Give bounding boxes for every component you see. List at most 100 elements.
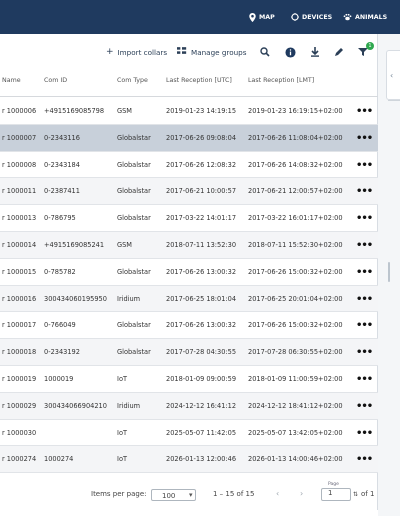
more-horizontal-icon[interactable]: ••• <box>356 428 373 439</box>
cell-com-id: 0-2387411 <box>44 187 80 196</box>
cell-last-reception-lmt: 2017-06-25 20:01:04+02:00 <box>248 294 343 303</box>
cell-com-id: +4915169085241 <box>44 240 105 249</box>
cell-name: r 1000008 <box>2 160 37 169</box>
items-per-page-label: Items per page: <box>91 490 147 498</box>
table-row[interactable]: r 1000015 0-785782 Globalstar 2017-06-26 13… <box>0 259 378 286</box>
cell-last-reception-utc: 2025-05-07 11:42:05 <box>166 428 237 437</box>
more-horizontal-icon[interactable]: ••• <box>356 106 373 117</box>
more-horizontal-icon[interactable]: ••• <box>356 133 373 144</box>
table-row[interactable]: r 1000007 0-2343116 Globalstar 2017-06-26 0… <box>0 124 378 152</box>
table-row[interactable]: r 1000008 0-2343184 Globalstar 2017-06-26 1… <box>0 152 378 179</box>
table-row[interactable]: r 1000013 0-786795 Globalstar 2017-03-22 14… <box>0 205 378 232</box>
cell-last-reception-utc: 2018-01-09 09:00:59 <box>166 374 237 383</box>
table-row[interactable]: r 1000014 +4915169085241 GSM 2018-07-11 13:… <box>0 231 378 259</box>
cell-com-id: 0-766049 <box>44 321 76 330</box>
download-icon[interactable] <box>308 45 322 59</box>
nav-map-label: MAP <box>259 13 275 21</box>
more-horizontal-icon[interactable]: ••• <box>356 347 373 358</box>
chevron-left-icon[interactable]: ‹ <box>276 489 279 498</box>
filter-count-badge: 1 <box>366 42 374 50</box>
resize-handle[interactable] <box>388 262 390 282</box>
chevron-down-icon: ▾ <box>189 491 193 499</box>
table-row[interactable]: r 1000029 300434066904210 Iridium 2024-12-1… <box>0 392 378 420</box>
nav-devices[interactable]: DEVICES <box>291 11 332 23</box>
more-horizontal-icon[interactable]: ••• <box>356 294 373 305</box>
table-row[interactable]: r 1000274 1000274 IoT 2026-01-13 12:00:46 20… <box>0 446 378 474</box>
import-collars-button[interactable]: + Import collars <box>106 42 167 62</box>
more-horizontal-icon[interactable]: ••• <box>356 267 373 278</box>
nav-animals-label: ANIMALS <box>355 13 388 21</box>
page-stepper-icon[interactable]: ⇅ <box>353 491 358 498</box>
cell-name: r 1000006 <box>2 107 37 115</box>
more-horizontal-icon[interactable]: ••• <box>356 320 373 331</box>
cell-com-type: Iridium <box>117 294 141 303</box>
table-row[interactable]: r 1000006 +4915169085798 GSM 2019-01-23 14:… <box>0 98 378 125</box>
side-panel-toggle[interactable]: ‹ <box>386 50 400 100</box>
cell-name: r 1000016 <box>2 294 37 303</box>
edit-pencil-icon[interactable] <box>332 45 346 59</box>
manage-groups-button[interactable]: Manage groups <box>177 42 246 62</box>
info-icon[interactable] <box>283 45 297 59</box>
table-row[interactable]: r 1000018 0-2343192 Globalstar 2017-07-28 0… <box>0 339 378 366</box>
header-com-id[interactable]: Com ID <box>44 77 67 84</box>
cell-name: r 1000007 <box>2 133 37 142</box>
cell-com-type: Globalstar <box>117 348 151 357</box>
cell-last-reception-utc: 2018-07-11 13:52:30 <box>166 240 237 249</box>
more-horizontal-icon[interactable]: ••• <box>356 160 373 171</box>
more-horizontal-icon[interactable]: ••• <box>356 186 373 197</box>
header-last-reception-utc[interactable]: Last Reception [UTC] <box>166 77 232 84</box>
more-horizontal-icon[interactable]: ••• <box>356 401 373 412</box>
cell-com-type: Globalstar <box>117 133 151 142</box>
page-range: 1 – 15 of 15 <box>213 490 255 498</box>
header-name[interactable]: Name <box>2 77 21 84</box>
cell-com-id: 300434066904210 <box>44 401 107 410</box>
cell-com-id: 1000274 <box>44 455 74 464</box>
cell-name: r 1000013 <box>2 214 37 223</box>
nav-animals[interactable]: ANIMALS <box>343 11 387 23</box>
table-row[interactable]: r 1000030 IoT 2025-05-07 11:42:05 2025-05-0… <box>0 420 378 447</box>
cell-last-reception-utc: 2026-01-13 12:00:46 <box>166 455 237 464</box>
more-horizontal-icon[interactable]: ••• <box>356 213 373 224</box>
device-ring-icon <box>291 13 299 21</box>
more-horizontal-icon[interactable]: ••• <box>356 454 373 465</box>
cell-com-type: Globalstar <box>117 187 151 196</box>
bottom-edge <box>0 510 378 516</box>
side-divider <box>388 100 400 101</box>
header-last-reception-lmt[interactable]: Last Reception [LMT] <box>248 77 314 84</box>
manage-groups-label: Manage groups <box>191 47 247 57</box>
search-icon[interactable] <box>258 45 272 59</box>
chevron-left-icon: ‹ <box>390 71 394 80</box>
page-input[interactable] <box>321 488 351 501</box>
table-row[interactable]: r 1000017 0-766049 Globalstar 2017-06-26 13… <box>0 312 378 340</box>
import-collars-label: Import collars <box>117 47 168 57</box>
cell-com-type: GSM <box>117 107 132 115</box>
toolbar: + Import collars Manage groups <box>0 42 378 62</box>
cell-com-id: 1000019 <box>44 374 74 383</box>
items-per-page-select[interactable]: 100 ▾ <box>151 489 196 501</box>
chevron-right-icon[interactable]: › <box>300 489 303 498</box>
table-row[interactable]: r 1000019 1000019 IoT 2018-01-09 09:00:59 20… <box>0 366 378 393</box>
table-row[interactable]: r 1000011 0-2387411 Globalstar 2017-06-21 1… <box>0 178 378 206</box>
more-horizontal-icon[interactable]: ••• <box>356 374 373 385</box>
cell-last-reception-utc: 2017-06-26 12:08:32 <box>166 160 237 169</box>
table-row[interactable]: r 1000016 300434060195950 Iridium 2017-06-2… <box>0 285 378 313</box>
cell-last-reception-utc: 2017-06-21 10:00:57 <box>166 187 237 196</box>
groups-icon <box>177 46 187 58</box>
location-pin-icon <box>249 12 256 22</box>
more-horizontal-icon[interactable]: ••• <box>356 240 373 251</box>
cell-last-reception-lmt: 2017-03-22 16:01:17+02:00 <box>248 214 343 223</box>
table-body: r 1000006 +4915169085798 GSM 2019-01-23 14:… <box>0 98 378 474</box>
header-divider <box>0 96 378 97</box>
nav-map[interactable]: MAP <box>249 11 275 23</box>
cell-last-reception-lmt: 2017-06-26 15:00:32+02:00 <box>248 267 343 276</box>
cell-name: r 1000014 <box>2 240 37 249</box>
header-com-type[interactable]: Com Type <box>117 77 148 84</box>
cell-com-id: 0-2343116 <box>44 133 80 142</box>
cell-last-reception-lmt: 2026-01-13 14:00:46+02:00 <box>248 455 343 464</box>
nav-devices-label: DEVICES <box>302 13 333 21</box>
cell-com-type: IoT <box>117 374 128 383</box>
cell-name: r 1000011 <box>2 187 37 196</box>
cell-last-reception-lmt: 2018-07-11 15:52:30+02:00 <box>248 240 343 249</box>
cell-com-id: 0-2343184 <box>44 160 80 169</box>
cell-com-id: 0-786795 <box>44 214 76 223</box>
